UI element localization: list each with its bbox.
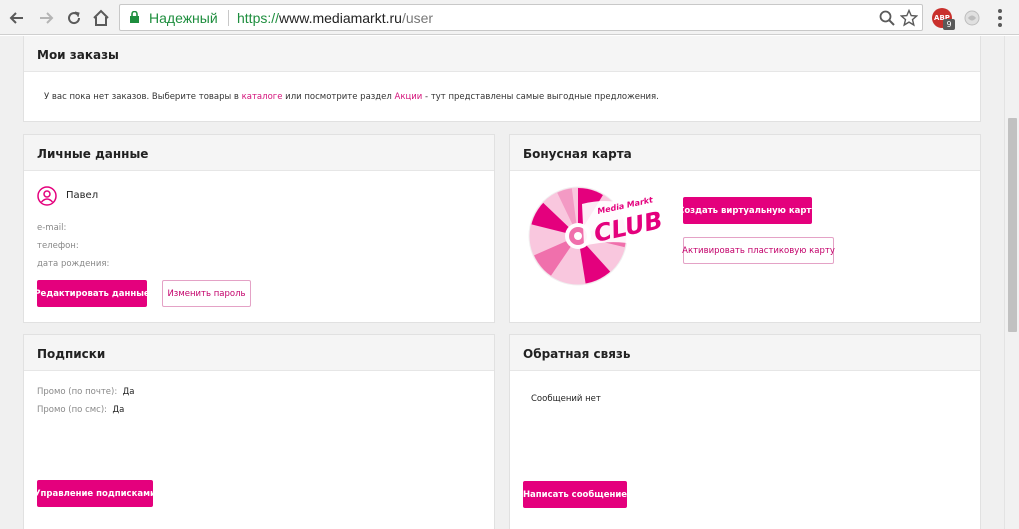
page-scrollbar[interactable] (1004, 36, 1019, 529)
subscriptions-panel: Подписки Промо (по почте): Да Промо (по … (23, 334, 495, 529)
email-label: e-mail: (37, 223, 67, 233)
no-messages-text: Сообщений нет (531, 394, 601, 404)
back-icon[interactable] (6, 7, 28, 29)
phone-row: телефон: (37, 241, 79, 251)
sms-promo-label: Промо (по смс): (37, 405, 108, 415)
orders-text-part1: У вас пока нет заказов. Выберите товары … (44, 92, 242, 102)
feedback-panel-header: Обратная связь (510, 335, 980, 371)
url-text: https://www.mediamarkt.ru/user (237, 10, 433, 26)
personal-panel-header: Личные данные (24, 135, 494, 171)
activate-plastic-card-button[interactable]: Активировать пластиковую карту (682, 237, 835, 264)
subscriptions-title: Подписки (37, 347, 106, 361)
orders-empty-text: У вас пока нет заказов. Выберите товары … (44, 92, 659, 102)
feedback-panel: Обратная связь Сообщений нет Написать со… (509, 334, 981, 529)
url-host: www.mediamarkt.ru (279, 10, 402, 26)
sms-promo-value: Да (112, 405, 125, 415)
orders-panel-header: Мои заказы (24, 36, 980, 72)
create-virtual-card-button[interactable]: Создать виртуальную карту (678, 197, 817, 224)
feedback-title: Обратная связь (523, 347, 631, 361)
orders-title: Мои заказы (37, 48, 119, 62)
page-viewport: Мои заказы У вас пока нет заказов. Выбер… (0, 36, 1004, 529)
email-promo-value: Да (122, 387, 135, 397)
bonus-card-panel: Бонусная карта Media Markt CLUB Создать … (509, 134, 981, 323)
birth-label: дата рождения: (37, 259, 110, 269)
address-separator (228, 10, 229, 26)
star-icon[interactable] (899, 8, 919, 27)
scrollbar-thumb[interactable] (1008, 118, 1017, 332)
birth-row: дата рождения: (37, 259, 109, 269)
lock-icon (129, 10, 140, 29)
promo-link[interactable]: Акции (395, 92, 423, 102)
adblock-badge: 9 (943, 19, 955, 30)
browser-menu-icon[interactable] (997, 9, 1003, 27)
phone-label: телефон: (37, 241, 79, 251)
change-password-button[interactable]: Изменить пароль (162, 280, 251, 307)
orders-text-part3: - тут представлены самые выгодные предло… (422, 92, 659, 102)
sms-promo-row: Промо (по смс): Да (37, 405, 124, 415)
personal-title: Личные данные (37, 147, 149, 161)
catalog-link[interactable]: каталоге (242, 92, 283, 102)
bonus-title: Бонусная карта (523, 147, 632, 161)
url-protocol: https:// (237, 10, 280, 26)
email-promo-row: Промо (по почте): Да (37, 387, 134, 397)
email-row: e-mail: (37, 223, 66, 233)
bonus-panel-header: Бонусная карта (510, 135, 980, 171)
browser-toolbar: Надежный https://www.mediamarkt.ru/user … (0, 0, 1019, 35)
home-icon[interactable] (90, 7, 112, 29)
orders-text-part2: или посмотрите раздел (282, 92, 395, 102)
club-logo: Media Markt CLUB (526, 178, 666, 288)
search-icon[interactable] (878, 9, 896, 27)
user-icon (37, 186, 57, 206)
personal-data-panel: Личные данные Павел e-mail: телефон: дат… (23, 134, 495, 323)
write-message-button[interactable]: Написать сообщение (523, 481, 627, 508)
user-name: Павел (66, 190, 99, 201)
url-path: /user (401, 10, 434, 26)
orders-panel: Мои заказы У вас пока нет заказов. Выбер… (23, 36, 981, 122)
manage-subscriptions-button[interactable]: Управление подписками (34, 480, 156, 507)
email-promo-label: Промо (по почте): (37, 387, 118, 397)
address-bar[interactable]: Надежный https://www.mediamarkt.ru/user (119, 4, 923, 31)
reload-icon[interactable] (63, 7, 85, 29)
edit-data-button[interactable]: Редактировать данные (34, 280, 150, 307)
secure-label: Надежный (149, 10, 218, 26)
subscriptions-panel-header: Подписки (24, 335, 494, 371)
extension-icon[interactable] (963, 9, 981, 27)
forward-icon[interactable] (35, 7, 57, 29)
